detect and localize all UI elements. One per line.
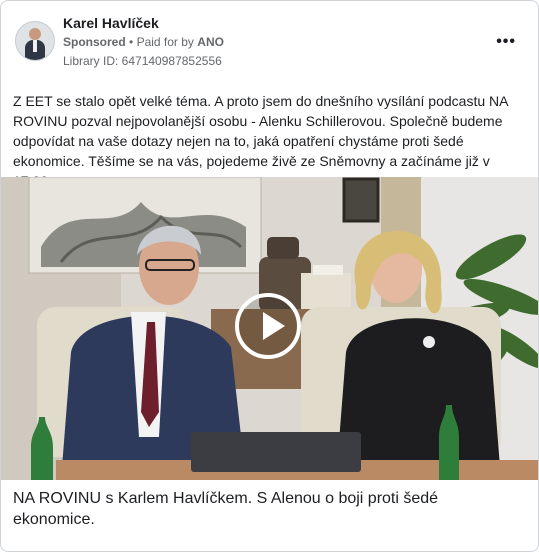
post-text: Z EET se stalo opět velké téma. A proto … <box>13 93 508 189</box>
more-options-icon[interactable]: ••• <box>496 33 516 51</box>
advertiser-name[interactable]: Karel Havlíček <box>63 15 159 31</box>
profile-avatar[interactable] <box>15 21 55 61</box>
ad-header: Karel Havlíček Sponsored • Paid for by A… <box>13 13 528 69</box>
video-caption: NA ROVINU s Karlem Havlíčkem. S Alenou o… <box>13 490 439 528</box>
meta-separator: • <box>129 35 134 49</box>
paid-for-prefix: Paid for by <box>136 35 194 49</box>
paid-for-by: ANO <box>197 35 224 49</box>
play-icon[interactable] <box>235 293 301 359</box>
sponsored-label: Sponsored <box>63 35 126 49</box>
ad-card: Karel Havlíček Sponsored • Paid for by A… <box>0 0 539 552</box>
sponsored-line: Sponsored • Paid for by ANO <box>63 35 224 49</box>
library-id: Library ID: 647140987852556 <box>63 54 222 68</box>
